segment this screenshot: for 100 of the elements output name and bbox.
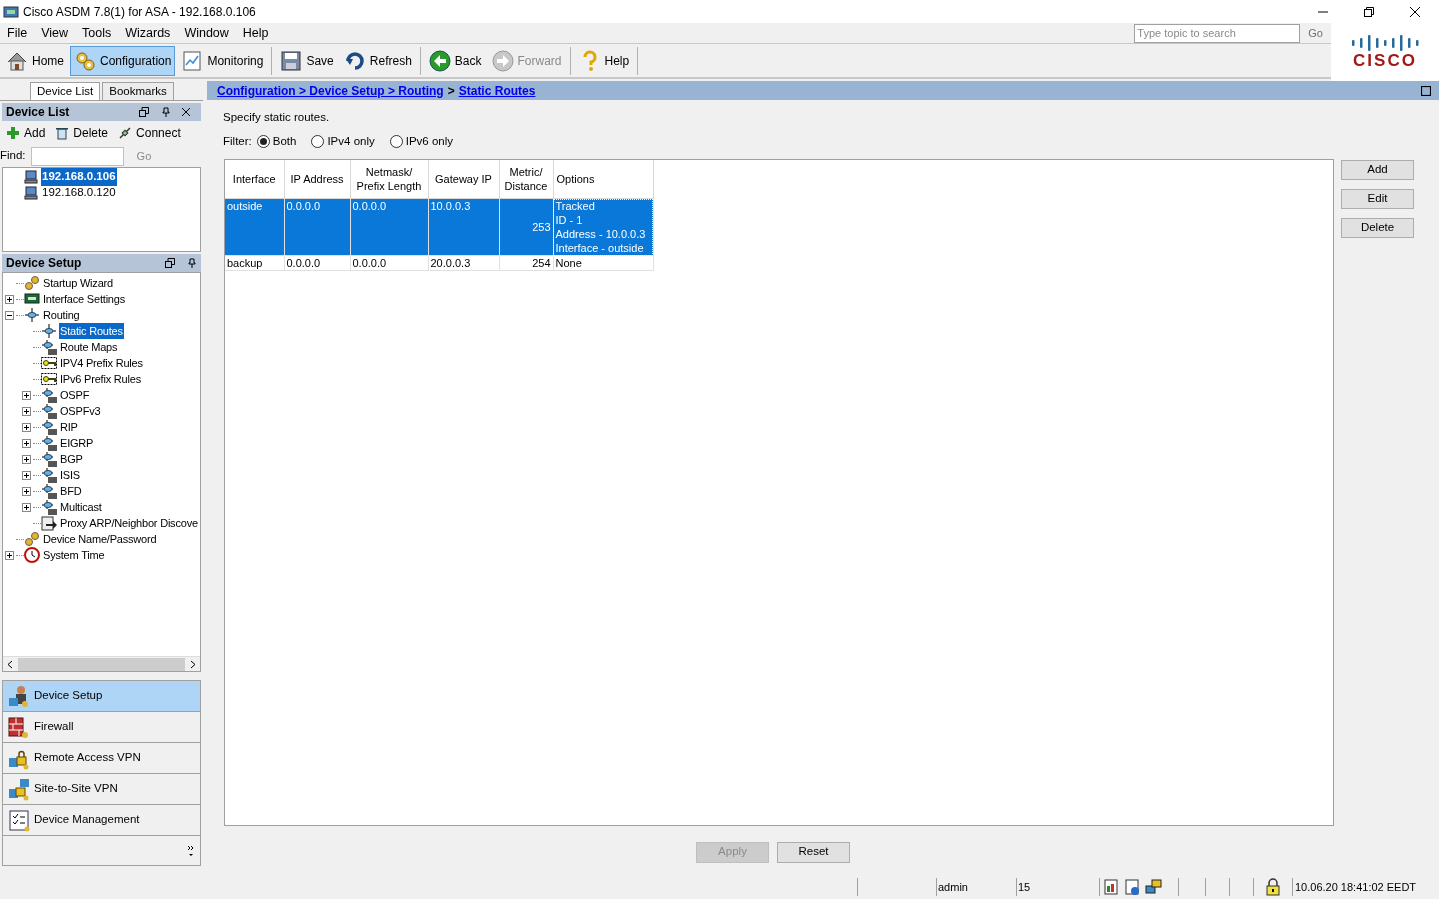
tree-item[interactable]: OSPF bbox=[59, 386, 91, 404]
pin-icon bbox=[161, 107, 171, 117]
panel-title: Device List bbox=[6, 104, 71, 121]
menu-item[interactable]: File bbox=[0, 23, 35, 43]
tree-item[interactable]: EIGRP bbox=[59, 434, 95, 452]
maximize-icon bbox=[1421, 85, 1431, 96]
menu-item[interactable]: Window bbox=[177, 23, 236, 43]
chart-icon bbox=[181, 49, 204, 72]
tree-item[interactable]: Multicast bbox=[59, 498, 103, 516]
expand-icon[interactable] bbox=[22, 438, 31, 448]
action-button[interactable]: Reset bbox=[777, 841, 850, 863]
tree-item[interactable]: RIP bbox=[59, 418, 79, 436]
column-header[interactable]: IP Address bbox=[284, 159, 350, 199]
toolbar-button[interactable]: Help bbox=[574, 45, 634, 76]
status-privilege: 15 bbox=[1017, 879, 1032, 895]
breadcrumb-link[interactable]: Static Routes bbox=[458, 81, 536, 100]
toolbar-button[interactable]: Add bbox=[6, 124, 46, 142]
table-cell: outside bbox=[225, 198, 284, 256]
tree-item[interactable]: Static Routes bbox=[59, 322, 124, 340]
radio-option[interactable]: IPv4 only bbox=[311, 133, 375, 151]
expand-icon[interactable] bbox=[22, 390, 31, 400]
key-icon bbox=[41, 371, 57, 387]
toolbar-button[interactable]: Delete bbox=[55, 124, 109, 142]
side-button[interactable]: Edit bbox=[1341, 188, 1414, 209]
tree-item[interactable]: BFD bbox=[59, 482, 83, 500]
panel-tab[interactable]: Device List bbox=[30, 82, 101, 100]
tree-item[interactable]: IPv6 Prefix Rules bbox=[59, 370, 142, 388]
column-header[interactable]: Gateway IP bbox=[428, 159, 499, 199]
computer-icon bbox=[23, 186, 39, 200]
network-card-icon bbox=[24, 291, 40, 307]
close-icon bbox=[181, 107, 191, 117]
expand-icon[interactable] bbox=[22, 422, 31, 432]
expand-icon[interactable] bbox=[5, 294, 14, 304]
toolbar-button[interactable]: Connect bbox=[118, 124, 181, 142]
tree-item[interactable]: Route Maps bbox=[59, 338, 119, 356]
scrollbar-thumb[interactable] bbox=[18, 657, 185, 671]
table-cell: 254 bbox=[499, 255, 553, 271]
table-cell: backup bbox=[225, 255, 284, 271]
gears-icon bbox=[24, 531, 40, 547]
toolbar-button[interactable]: Refresh bbox=[339, 45, 416, 76]
tree-item[interactable]: Routing bbox=[42, 306, 81, 324]
column-header[interactable]: Interface bbox=[225, 159, 284, 199]
router-icon bbox=[41, 467, 57, 483]
padlock-icon bbox=[1264, 878, 1282, 896]
expand-icon[interactable] bbox=[5, 550, 14, 560]
expand-icon[interactable] bbox=[22, 486, 31, 496]
monitors-icon bbox=[1144, 878, 1162, 896]
radio-option[interactable]: IPv6 only bbox=[389, 133, 454, 151]
find-label: Find: bbox=[0, 148, 26, 164]
toolbar-button[interactable]: Save bbox=[276, 45, 338, 76]
tree-item[interactable]: OSPFv3 bbox=[59, 402, 102, 420]
router-arrows-icon bbox=[41, 323, 57, 339]
tree-item[interactable]: Proxy ARP/Neighbor Discove bbox=[59, 514, 199, 532]
router-icon bbox=[41, 419, 57, 435]
find-field[interactable] bbox=[30, 146, 124, 166]
logo-bars-icon bbox=[1350, 34, 1420, 52]
toolbar-button[interactable]: Configuration bbox=[70, 45, 176, 76]
router-icon bbox=[41, 339, 57, 355]
table-cell: None bbox=[553, 255, 653, 271]
expand-icon[interactable] bbox=[22, 502, 31, 512]
column-header[interactable]: Metric/ Distance bbox=[499, 159, 553, 199]
breadcrumb-link[interactable]: Configuration > Device Setup > Routing bbox=[217, 81, 444, 100]
go-button[interactable]: Go bbox=[1308, 24, 1323, 42]
side-button[interactable]: Delete bbox=[1341, 217, 1414, 238]
expand-icon[interactable] bbox=[22, 406, 31, 416]
chevron-double-icon bbox=[187, 843, 195, 858]
menu-item[interactable]: Wizards bbox=[118, 23, 178, 43]
toolbar-button[interactable]: Home bbox=[2, 45, 68, 76]
tree-item[interactable]: System Time bbox=[42, 546, 106, 564]
collapse-icon[interactable] bbox=[5, 310, 14, 320]
tree-item[interactable]: ISIS bbox=[59, 466, 81, 484]
pin-icon bbox=[187, 258, 197, 268]
menu-item[interactable]: Tools bbox=[75, 23, 119, 43]
menu-item[interactable]: Help bbox=[235, 23, 276, 43]
router-icon bbox=[41, 451, 57, 467]
expand-icon[interactable] bbox=[22, 470, 31, 480]
tree-item[interactable]: Interface Settings bbox=[42, 290, 126, 308]
side-button[interactable]: Add bbox=[1341, 159, 1414, 180]
tree-item[interactable]: IPV4 Prefix Rules bbox=[59, 354, 144, 372]
plug-icon bbox=[118, 126, 133, 140]
help-search-field[interactable]: Type topic to search bbox=[1134, 23, 1301, 43]
padlock-network-icon bbox=[7, 777, 31, 801]
panel-tab[interactable]: Bookmarks bbox=[102, 82, 174, 100]
expand-icon[interactable] bbox=[22, 454, 31, 464]
tree-item[interactable]: Device Name/Password bbox=[42, 530, 158, 548]
radio-option[interactable]: Both bbox=[256, 133, 297, 151]
logo-text: CISCO bbox=[1353, 52, 1417, 70]
document-info-icon bbox=[1123, 878, 1141, 896]
tree-item[interactable]: BGP bbox=[59, 450, 84, 468]
column-header[interactable]: Netmask/ Prefix Length bbox=[350, 159, 428, 199]
tree-item[interactable]: Startup Wizard bbox=[42, 274, 114, 292]
menu-item[interactable]: View bbox=[34, 23, 76, 43]
device-list-item[interactable]: 192.168.0.106 bbox=[41, 168, 117, 186]
toolbar-button[interactable]: Back bbox=[424, 45, 486, 76]
column-header[interactable]: Options bbox=[553, 159, 653, 199]
device-status-icon bbox=[1102, 878, 1120, 896]
table-cell: 0.0.0.0 bbox=[284, 198, 350, 256]
nav-button[interactable]: Device Setup bbox=[3, 681, 200, 712]
toolbar-button[interactable]: Monitoring bbox=[177, 45, 268, 76]
device-list-item[interactable]: 192.168.0.120 bbox=[41, 184, 117, 202]
